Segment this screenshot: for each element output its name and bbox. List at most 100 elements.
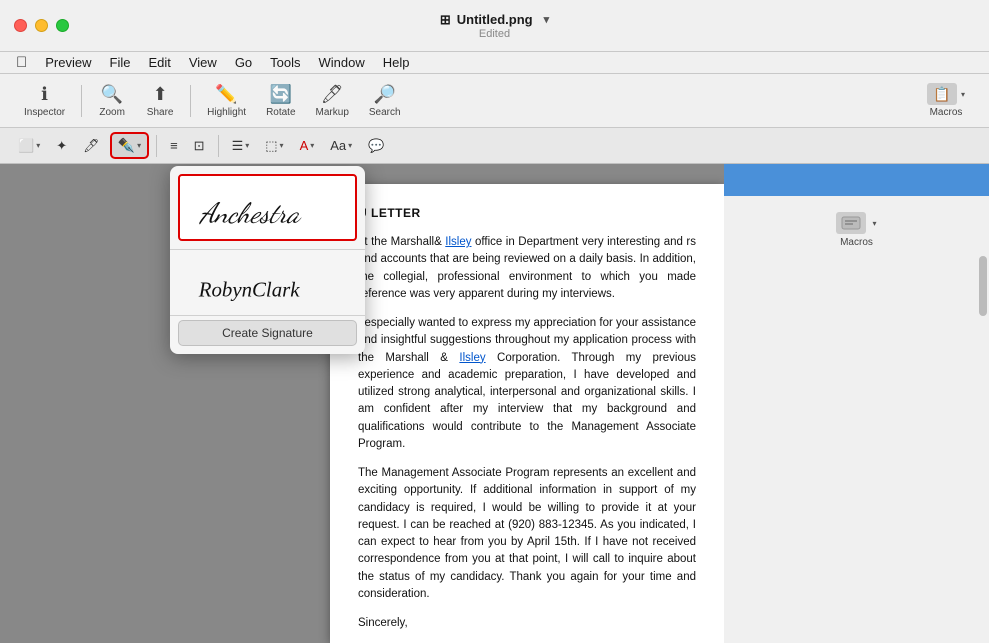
signature-dropdown-arrow: ▾ <box>137 141 141 150</box>
instant-alpha-btn[interactable]: ✦ <box>50 135 73 157</box>
annotation-layout-btn[interactable]: ☰ ▾ <box>226 135 256 157</box>
zoom-in-icon: 🔍 <box>101 84 123 105</box>
main-content: Anchestra RobynClark Create Signature <box>0 164 989 643</box>
adjust-icon: ≡ <box>170 138 178 153</box>
fill-icon: A <box>300 138 309 153</box>
markup-sep-2 <box>218 135 219 157</box>
menu-help[interactable]: Help <box>375 54 418 71</box>
menu-window[interactable]: Window <box>311 54 373 71</box>
toolbar-separator-2 <box>190 85 191 117</box>
signature-item-1[interactable]: Anchestra <box>178 174 357 241</box>
border-style-btn[interactable]: ⬚ ▾ <box>259 135 289 157</box>
scrollbar[interactable] <box>979 256 987 316</box>
macros-area-icon <box>836 212 866 234</box>
menu-preview[interactable]: Preview <box>37 54 99 71</box>
ilsley-link-1[interactable]: Ilsley <box>445 236 471 248</box>
markup-icon: 🖊 <box>321 84 344 105</box>
rotate-button[interactable]: 🔄 Rotate <box>258 80 303 122</box>
create-signature-button[interactable]: Create Signature <box>178 320 357 346</box>
rotate-icon: 🔄 <box>270 84 292 105</box>
letter-sincerely: Sincerely, <box>358 615 696 632</box>
macros-icon: 📋 <box>927 83 957 105</box>
signature-popup: Anchestra RobynClark Create Signature <box>170 166 365 354</box>
macros-area-btn[interactable]: ▾ Macros <box>824 206 888 254</box>
apple-menu-item[interactable]:  <box>8 54 35 71</box>
zoom-button[interactable]: 🔍 Zoom <box>90 80 134 122</box>
view-button[interactable]: ▾ <box>544 13 550 26</box>
menu-bar:  Preview File Edit View Go Tools Window… <box>0 52 989 74</box>
markup-label: Markup <box>316 107 349 118</box>
svg-text:RobynClark: RobynClark <box>198 277 301 301</box>
macros-area-arrow: ▾ <box>872 219 876 228</box>
signature-icon: ✒️ <box>118 137 135 154</box>
document-panel: Anchestra RobynClark Create Signature <box>0 164 724 643</box>
crop-icon: ⊡ <box>194 138 205 154</box>
search-button[interactable]: 🔎 Search <box>361 80 409 122</box>
letter-para-1: at the Marshall& Ilsley office in Depart… <box>358 234 696 303</box>
ilsley-link-2[interactable]: Ilsley <box>459 352 485 364</box>
markup-sep-1 <box>156 135 157 157</box>
fill-dropdown-arrow: ▾ <box>310 141 314 150</box>
file-title: Untitled.png <box>457 12 533 27</box>
close-button[interactable] <box>14 19 27 32</box>
menu-tools[interactable]: Tools <box>262 54 308 71</box>
selection-dropdown-arrow: ▾ <box>36 141 40 150</box>
svg-text:Anchestra: Anchestra <box>199 196 302 230</box>
letter-content: U LETTER at the Marshall& Ilsley office … <box>330 184 724 643</box>
menu-file[interactable]: File <box>102 54 139 71</box>
minimize-button[interactable] <box>35 19 48 32</box>
menu-edit[interactable]: Edit <box>140 54 178 71</box>
share-label: Share <box>147 107 174 118</box>
rotate-label: Rotate <box>266 107 295 118</box>
highlight-label: Highlight <box>207 107 246 118</box>
color-fill-btn[interactable]: A ▾ <box>294 135 321 156</box>
right-panel-top <box>724 164 989 196</box>
macros-area: ▾ Macros <box>724 196 989 643</box>
zoom-label: Zoom <box>99 107 125 118</box>
border-dropdown-arrow: ▾ <box>280 141 284 150</box>
inspector-icon: ℹ <box>41 84 48 105</box>
signature-image-1: Anchestra <box>188 180 347 235</box>
font-icon: Aa <box>330 138 346 153</box>
selection-icon: ⬜ <box>18 138 34 154</box>
main-toolbar: ℹ Inspector 🔍 Zoom ⬆ Share ✏️ Highlight … <box>0 74 989 128</box>
search-label: Search <box>369 107 401 118</box>
layout-icon: ☰ <box>232 138 244 154</box>
maximize-button[interactable] <box>56 19 69 32</box>
signature-btn[interactable]: ✒️ ▾ <box>110 132 149 159</box>
alpha-icon: ✦ <box>56 138 67 154</box>
macros-button[interactable]: 📋 ▾ Macros <box>919 79 973 122</box>
title-bar: ⊞ Untitled.png ▾ Edited <box>0 0 989 52</box>
share-icon: ⬆ <box>153 84 168 105</box>
highlight-icon: ✏️ <box>215 84 237 105</box>
letter-para-2: I especially wanted to express my apprec… <box>358 315 696 453</box>
font-dropdown-arrow: ▾ <box>348 141 352 150</box>
sketch-btn[interactable]: 🖊 <box>77 135 106 157</box>
right-panel: ▾ Macros <box>724 164 989 643</box>
file-subtitle: Edited <box>479 28 510 40</box>
share-button[interactable]: ⬆ Share <box>138 80 182 122</box>
markup-bar: ⬜ ▾ ✦ 🖊 ✒️ ▾ ≡ ⊡ ☰ ▾ ⬚ ▾ A ▾ Aa ▾ <box>0 128 989 164</box>
macros-dropdown-arrow: ▾ <box>961 90 965 99</box>
layout-dropdown-arrow: ▾ <box>245 141 249 150</box>
macros-label: Macros <box>930 107 963 118</box>
signature-item-2[interactable]: RobynClark <box>170 254 365 315</box>
adjust-color-btn[interactable]: ≡ <box>164 135 184 156</box>
inspector-button[interactable]: ℹ Inspector <box>16 80 73 122</box>
window-title-area: ⊞ Untitled.png ▾ Edited <box>440 12 549 40</box>
inspector-label: Inspector <box>24 107 65 118</box>
highlight-button[interactable]: ✏️ Highlight <box>199 80 254 122</box>
view-icon: ⊞ <box>440 12 451 28</box>
menu-go[interactable]: Go <box>227 54 260 71</box>
selection-tool-btn[interactable]: ⬜ ▾ <box>12 135 46 157</box>
sig-divider <box>170 249 365 250</box>
border-icon: ⬚ <box>265 138 277 154</box>
search-icon: 🔎 <box>374 84 396 105</box>
speech-icon: 💬 <box>368 138 384 154</box>
menu-view[interactable]: View <box>181 54 225 71</box>
font-btn[interactable]: Aa ▾ <box>324 135 358 156</box>
speech-bubble-btn[interactable]: 💬 <box>362 135 390 157</box>
macros-area-label: Macros <box>840 237 873 248</box>
markup-button[interactable]: 🖊 Markup <box>308 80 357 122</box>
crop-btn[interactable]: ⊡ <box>188 135 211 157</box>
